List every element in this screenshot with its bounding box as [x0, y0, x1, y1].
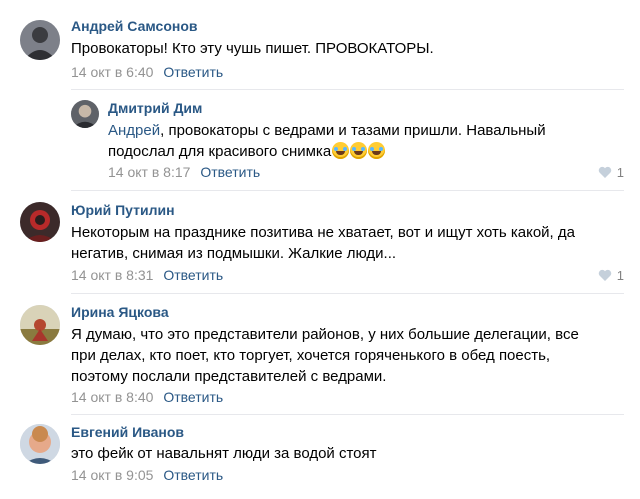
avatar[interactable] [71, 100, 99, 128]
comment-text: это фейк от навальнят люди за водой стоя… [71, 445, 377, 462]
comment-meta: 14 окт в 6:40 Ответить [71, 64, 223, 80]
heart-icon [598, 166, 612, 178]
reply-link[interactable]: Ответить [163, 467, 223, 483]
comment-date[interactable]: 14 окт в 8:31 [71, 267, 153, 283]
reply-link[interactable]: Ответить [163, 64, 223, 80]
comment-text: Провокаторы! Кто эту чушь пишет. ПРОВОКА… [71, 40, 434, 57]
mention-link[interactable]: Андрей [108, 122, 160, 139]
reply-link[interactable]: Ответить [200, 164, 260, 180]
like-count: 1 [616, 165, 624, 180]
divider [71, 414, 624, 415]
avatar[interactable] [20, 20, 60, 60]
comment-date[interactable]: 14 окт в 6:40 [71, 64, 153, 80]
comment-text: негатив, снимая из подмышки. Жалкие люди… [71, 245, 397, 262]
comment-meta: 14 окт в 8:40 Ответить [71, 389, 223, 405]
comment-date[interactable]: 14 окт в 8:17 [108, 164, 190, 180]
reply-link[interactable]: Ответить [163, 267, 223, 283]
comment-meta: 14 окт в 8:31 Ответить [71, 267, 223, 283]
laughing-emoji-icon [332, 142, 350, 159]
comment-text: поэтому послали представителей с ведрами… [71, 368, 387, 385]
comment-author[interactable]: Дмитрий Дим [108, 100, 202, 116]
divider [71, 190, 624, 191]
avatar[interactable] [20, 305, 60, 345]
divider [71, 293, 624, 294]
comment-text: Андрей, провокаторы с ведрами и тазами п… [108, 120, 546, 142]
comment-text-line: , провокаторы с ведрами и тазами пришли.… [160, 122, 546, 139]
comment-text: Я думаю, что это представители районов, … [71, 326, 579, 343]
comment-author[interactable]: Андрей Самсонов [71, 18, 197, 34]
like-button[interactable]: 1 [598, 165, 624, 180]
avatar[interactable] [20, 424, 60, 464]
divider [71, 89, 624, 90]
comment-author[interactable]: Евгений Иванов [71, 424, 184, 440]
comment-date[interactable]: 14 окт в 8:40 [71, 389, 153, 405]
comment-date[interactable]: 14 окт в 9:05 [71, 467, 153, 483]
avatar[interactable] [20, 202, 60, 242]
comment-text: Некоторым на празднике позитива не хвата… [71, 224, 575, 241]
comment-text-line: подослал для красивого снимка [108, 143, 332, 160]
laughing-emoji-icon [368, 142, 386, 159]
reply-link[interactable]: Ответить [163, 389, 223, 405]
comment-meta: 14 окт в 8:17 Ответить [108, 164, 260, 180]
heart-icon [598, 269, 612, 281]
comment-text: подослал для красивого снимка [108, 141, 386, 163]
like-count: 1 [616, 268, 624, 283]
comment-author[interactable]: Юрий Путилин [71, 202, 175, 218]
comment-meta: 14 окт в 9:05 Ответить [71, 467, 223, 483]
comment-author[interactable]: Ирина Яцкова [71, 304, 169, 320]
comment-text: при делах, кто поет, кто торгует, хочетс… [71, 347, 551, 364]
laughing-emoji-icon [350, 142, 368, 159]
like-button[interactable]: 1 [598, 268, 624, 283]
